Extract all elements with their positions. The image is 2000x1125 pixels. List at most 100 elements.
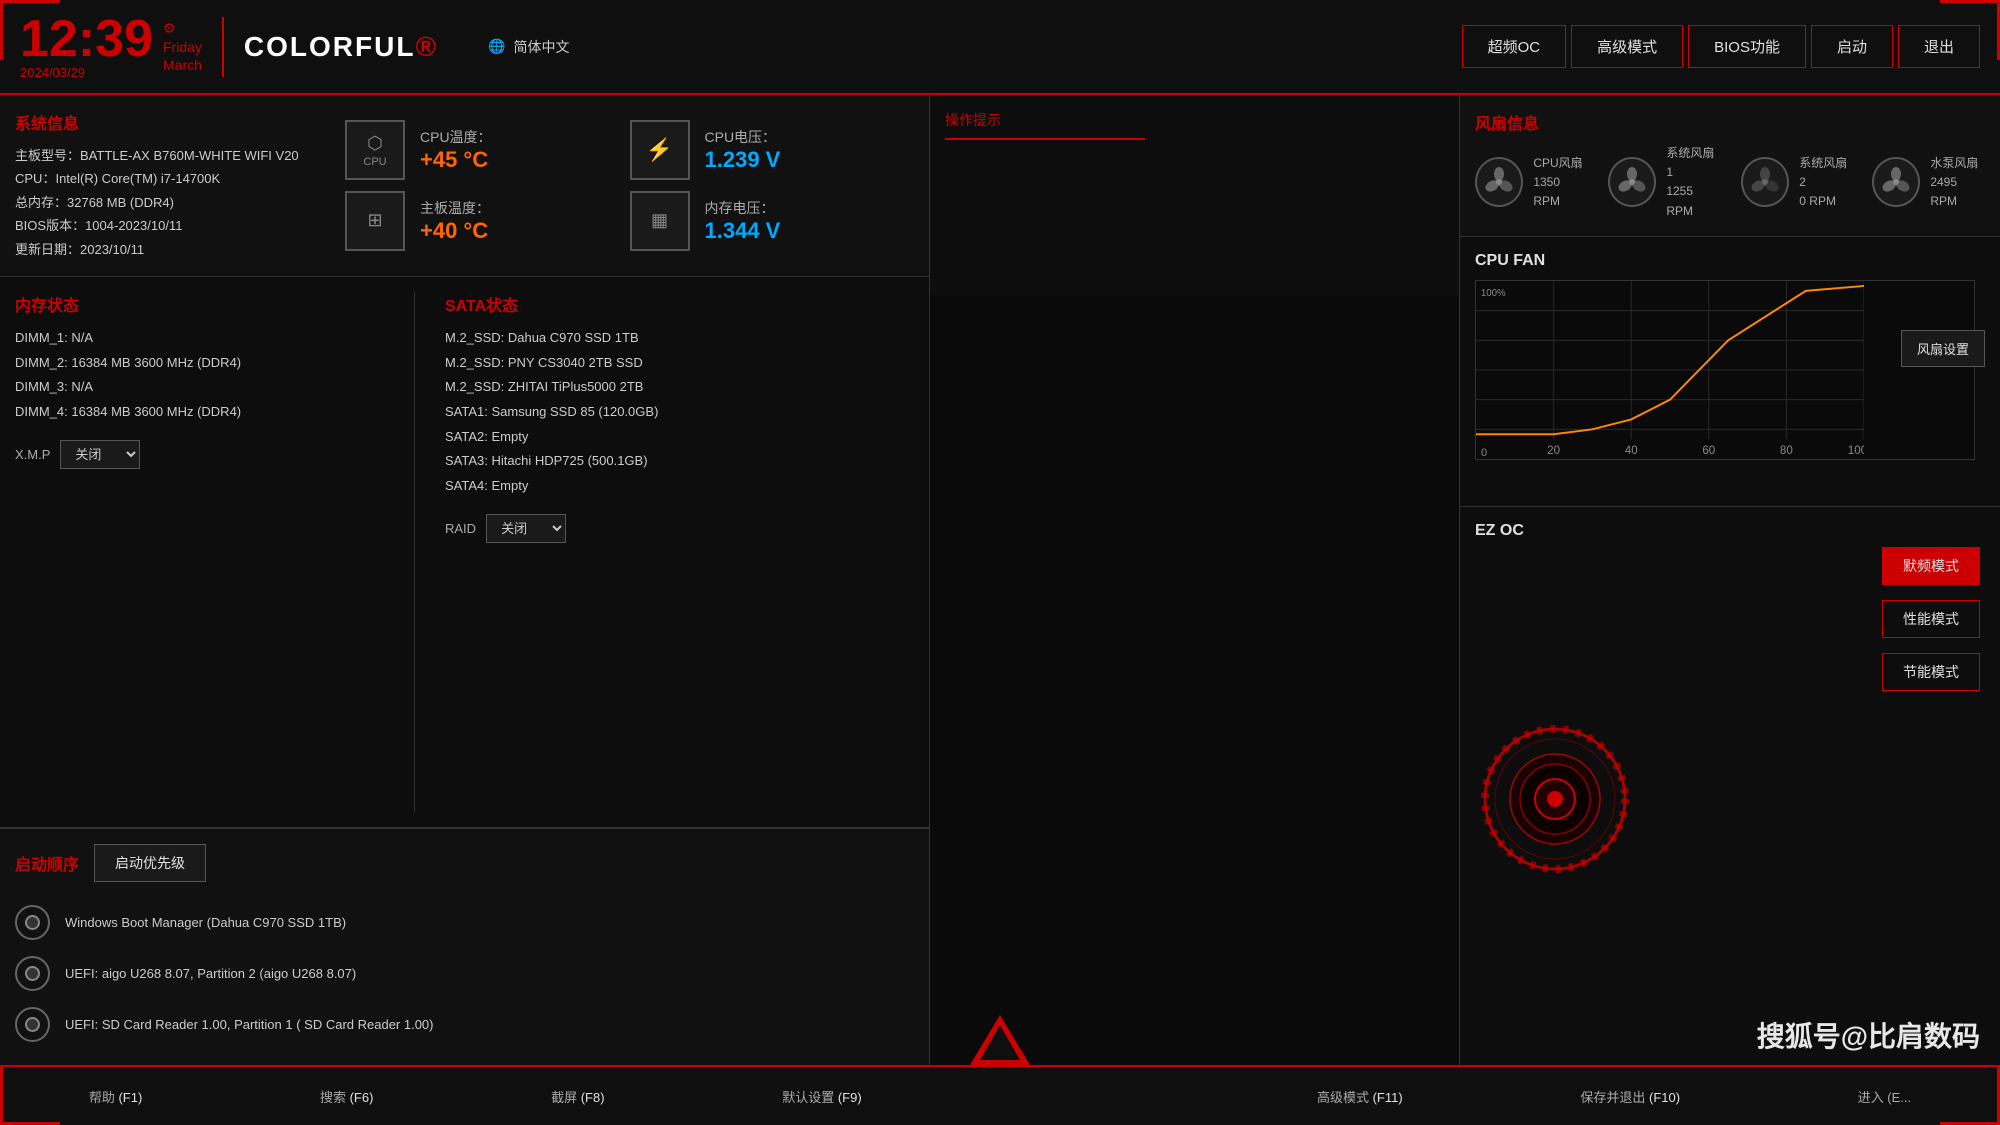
footer-key-5: (F10) [1649, 1090, 1680, 1105]
oc-performance-btn[interactable]: 性能模式 [1882, 600, 1980, 638]
chart-y-min: 0 [1481, 447, 1487, 459]
mb-temp-value: +40 °C [420, 218, 490, 244]
bios-info: BIOS版本：1004-2023/10/11 [15, 214, 315, 237]
fan-icon-2 [1741, 157, 1789, 207]
cpu-volt-value: 1.239 V [705, 147, 781, 173]
raid-select[interactable]: 关闭 [486, 514, 566, 543]
dimm1: DIMM_1: N/A [15, 326, 394, 351]
boot-header: 启动顺序 启动优先级 [15, 844, 914, 882]
xmp-label: X.M.P [15, 447, 50, 462]
nav-btn-oc[interactable]: 超频OC [1462, 25, 1567, 68]
cpu-volt-label: CPU电压： [705, 127, 781, 147]
fan-icon-3 [1872, 157, 1920, 207]
sata-info-text: M.2_SSD: Dahua C970 SSD 1TB M.2_SSD: PNY… [445, 326, 914, 499]
sata3-info: SATA3: Hitachi HDP725 (500.1GB) [445, 449, 914, 474]
header: 12:39 2024/03/29 ⚙ Friday March COLORFUL… [0, 0, 2000, 95]
m2-ssd-1: M.2_SSD: Dahua C970 SSD 1TB [445, 326, 914, 351]
svg-text:20: 20 [1547, 444, 1560, 457]
fan-svg-0 [1484, 167, 1514, 197]
footer-item-4[interactable]: 高级模式 (F11) [1317, 1087, 1403, 1106]
boot-item-1: UEFI: aigo U268 8.07, Partition 2 (aigo … [15, 948, 914, 999]
footer: 帮助 (F1) 搜索 (F6) 截屏 (F8) 默认设置 (F9) 高级模式 (… [0, 1065, 2000, 1125]
globe-icon: 🌐 [488, 38, 505, 55]
raid-label: RAID [445, 521, 476, 536]
system-info-text: 系统信息 主板型号：BATTLE-AX B760M-WHITE WIFI V20… [15, 110, 315, 261]
op-hints-section: 操作提示 [930, 95, 1459, 295]
cpu-info: CPU：Intel(R) Core(TM) i7-14700K [15, 167, 315, 190]
watermark: 搜狐号@比肩数码 [1757, 1015, 1980, 1055]
mem-volt-label: 内存电压： [705, 198, 781, 218]
update-label: 更新日期： [15, 242, 80, 257]
nav-btn-bios[interactable]: BIOS功能 [1688, 25, 1806, 68]
oc-default-btn[interactable]: 默频模式 [1882, 547, 1980, 585]
clock-month: March [163, 57, 202, 73]
center-triangle [970, 1015, 1030, 1065]
mem-volt-item: ▦ 内存电压： 1.344 V [630, 190, 905, 250]
cpu-fan-title: CPU FAN [1475, 252, 1985, 270]
gear-icon: ⚙ [163, 20, 202, 37]
middle-section: 操作提示 [930, 95, 1460, 1065]
svg-text:40: 40 [1625, 444, 1638, 457]
fan-text-3: 水泵风扇 2495 RPM [1930, 154, 1985, 212]
update-info: 更新日期：2023/10/11 [15, 238, 315, 261]
footer-label-0: 帮助 [89, 1090, 115, 1105]
boot-item-2: UEFI: SD Card Reader 1.00, Partition 1 (… [15, 999, 914, 1050]
cpu-volt-icon: ⚡ [630, 120, 690, 180]
mem-volt-icon: ▦ [630, 191, 690, 251]
memory-title: 内存状态 [15, 292, 394, 316]
footer-item-3[interactable]: 默认设置 (F9) [782, 1087, 861, 1106]
boot-priority-button[interactable]: 启动优先级 [94, 844, 206, 882]
svg-text:60: 60 [1702, 444, 1715, 457]
m2-ssd-2: M.2_SSD: PNY CS3040 2TB SSD [445, 351, 914, 376]
sata-title: SATA状态 [445, 292, 914, 316]
mb-temp-info: 主板温度： +40 °C [420, 198, 490, 244]
chart-container: 20 40 60 80 100°C 100% 0 [1475, 280, 1975, 460]
xmp-row: X.M.P 关闭 [15, 440, 394, 469]
fan-text-2: 系统风扇2 0 RPM [1799, 154, 1852, 212]
cpu-temp-label: CPU温度： [420, 127, 492, 147]
main-container: 系统信息 主板型号：BATTLE-AX B760M-WHITE WIFI V20… [0, 95, 2000, 1065]
fan-name-2: 系统风扇2 [1799, 154, 1852, 192]
fan-icon-1 [1608, 157, 1656, 207]
center-triangle-inner [980, 1025, 1020, 1060]
fan-rpm-0: 1350 RPM [1533, 173, 1588, 211]
mb-temp-item: ⊞ 主板温度： +40 °C [345, 190, 620, 250]
nav-btn-boot[interactable]: 启动 [1811, 25, 1893, 68]
boot-title: 启动顺序 [15, 851, 79, 875]
language-section[interactable]: 🌐 简体中文 [488, 37, 569, 57]
disk-icon-0 [15, 905, 50, 940]
footer-item-6[interactable]: 进入 (E... [1858, 1087, 1911, 1106]
cpu-temp-item: ⬡ CPU CPU温度： +45 °C [345, 120, 620, 180]
footer-item-1[interactable]: 搜索 (F6) [320, 1087, 373, 1106]
cpu-label: CPU： [15, 171, 55, 186]
sata-section: SATA状态 M.2_SSD: Dahua C970 SSD 1TB M.2_S… [435, 292, 914, 812]
logo-section: COLORFUL® [222, 17, 458, 77]
mem-sata-section: 内存状态 DIMM_1: N/A DIMM_2: 16384 MB 3600 M… [0, 277, 929, 828]
oc-eco-btn[interactable]: 节能模式 [1882, 653, 1980, 691]
footer-item-5[interactable]: 保存并退出 (F10) [1580, 1087, 1680, 1106]
footer-label-6: 进入 (E... [1858, 1090, 1911, 1105]
disk-icon-1 [15, 956, 50, 991]
ez-oc-content: 默频模式 性能模式 节能模式 [1475, 555, 1985, 1043]
mb-temp-label: 主板温度： [420, 198, 490, 218]
corner-decoration-bl [0, 1065, 60, 1125]
nav-btn-advanced[interactable]: 高级模式 [1571, 25, 1683, 68]
fan-item-1: 系统风扇1 1255 RPM [1608, 144, 1721, 221]
fan-rpm-3: 2495 RPM [1930, 173, 1985, 211]
system-info-title: 系统信息 [15, 110, 315, 134]
dimm2: DIMM_2: 16384 MB 3600 MHz (DDR4) [15, 351, 394, 376]
fan-item-2: 系统风扇2 0 RPM [1741, 144, 1852, 221]
mb-temp-icon: ⊞ [345, 191, 405, 251]
svg-text:80: 80 [1780, 444, 1793, 457]
fan-rpm-2: 0 RPM [1799, 192, 1852, 211]
footer-item-0[interactable]: 帮助 (F1) [89, 1087, 142, 1106]
motherboard-info: 主板型号：BATTLE-AX B760M-WHITE WIFI V20 [15, 144, 315, 167]
bios-value: 1004-2023/10/11 [85, 218, 182, 233]
update-value: 2023/10/11 [80, 242, 144, 257]
fan-settings-button[interactable]: 风扇设置 [1901, 330, 1985, 367]
footer-item-2[interactable]: 截屏 (F8) [551, 1087, 604, 1106]
xmp-select[interactable]: 关闭 [60, 440, 140, 469]
fan-svg-1 [1617, 167, 1647, 197]
sata1-info: SATA1: Samsung SSD 85 (120.0GB) [445, 400, 914, 425]
footer-key-0: (F1) [118, 1090, 142, 1105]
